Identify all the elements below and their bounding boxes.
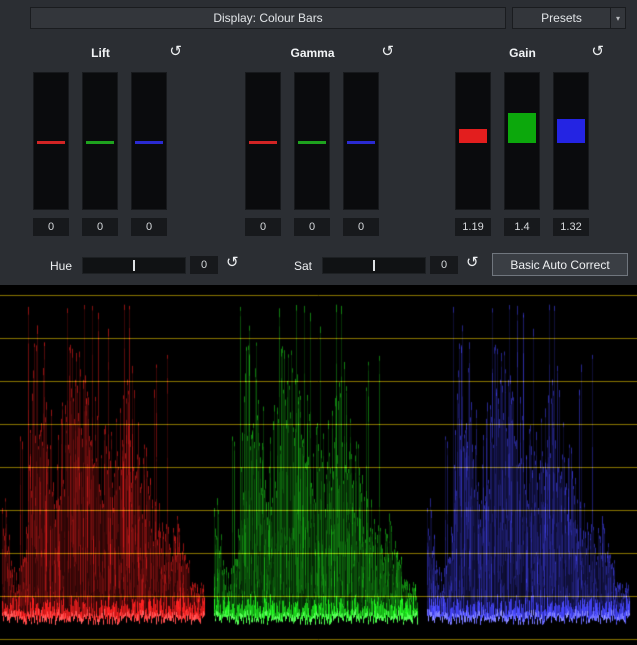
hue-reset-icon[interactable]: ↺ [226,255,239,270]
gamma-title: Gamma [245,46,380,60]
gain-header: Gain ↺ [455,42,590,72]
gamma-sliders [245,72,379,210]
sat-value[interactable]: 0 [430,256,458,274]
lift-red-value[interactable]: 0 [33,218,69,236]
sat-reset-icon[interactable]: ↺ [466,255,479,270]
colour-correction-panel: Display: Colour Bars Presets ▾ Lift ↺ 0 … [0,0,637,645]
presets-dropdown[interactable]: Presets ▾ [512,7,626,29]
gamma-blue-handle[interactable] [347,141,375,144]
gain-title: Gain [455,46,590,60]
gain-green-handle[interactable] [508,113,536,143]
lift-red-handle[interactable] [37,141,65,144]
lift-red-slider[interactable] [33,72,69,210]
gamma-red-value[interactable]: 0 [245,218,281,236]
hue-label: Hue [44,259,78,273]
presets-label: Presets [513,8,610,28]
gain-group: Gain ↺ 1.19 1.4 1.32 [455,42,590,236]
lift-blue-value[interactable]: 0 [131,218,167,236]
hue-value[interactable]: 0 [190,256,218,274]
hue-slider[interactable] [82,257,186,274]
lift-green-value[interactable]: 0 [82,218,118,236]
gain-green-value[interactable]: 1.4 [504,218,540,236]
lift-reset-icon[interactable]: ↺ [169,44,182,59]
gain-red-handle[interactable] [459,129,487,143]
lift-green-slider[interactable] [82,72,118,210]
gamma-reset-icon[interactable]: ↺ [381,44,394,59]
gamma-green-slider[interactable] [294,72,330,210]
lift-values: 0 0 0 [33,218,167,236]
gamma-red-handle[interactable] [249,141,277,144]
gain-values: 1.19 1.4 1.32 [455,218,589,236]
gamma-green-handle[interactable] [298,141,326,144]
lift-blue-handle[interactable] [135,141,163,144]
gain-blue-slider[interactable] [553,72,589,210]
gamma-values: 0 0 0 [245,218,379,236]
hue-slider-handle[interactable] [133,260,135,271]
rgb-parade-scope [0,285,637,645]
gain-red-slider[interactable] [455,72,491,210]
gamma-header: Gamma ↺ [245,42,380,72]
lift-header: Lift ↺ [33,42,168,72]
gain-sliders [455,72,589,210]
chevron-down-icon[interactable]: ▾ [610,8,625,28]
lift-blue-slider[interactable] [131,72,167,210]
gamma-red-slider[interactable] [245,72,281,210]
lift-sliders [33,72,167,210]
gamma-blue-slider[interactable] [343,72,379,210]
sat-label: Sat [286,259,320,273]
gamma-green-value[interactable]: 0 [294,218,330,236]
lift-group: Lift ↺ 0 0 0 [33,42,168,236]
gain-red-value[interactable]: 1.19 [455,218,491,236]
gamma-blue-value[interactable]: 0 [343,218,379,236]
sat-slider[interactable] [322,257,426,274]
sat-slider-handle[interactable] [373,260,375,271]
gain-blue-value[interactable]: 1.32 [553,218,589,236]
gamma-group: Gamma ↺ 0 0 0 [245,42,380,236]
gain-green-slider[interactable] [504,72,540,210]
gain-reset-icon[interactable]: ↺ [591,44,604,59]
lift-green-handle[interactable] [86,141,114,144]
display-mode-button[interactable]: Display: Colour Bars [30,7,506,29]
gain-blue-handle[interactable] [557,119,585,143]
lift-title: Lift [33,46,168,60]
basic-auto-correct-button[interactable]: Basic Auto Correct [492,253,628,276]
